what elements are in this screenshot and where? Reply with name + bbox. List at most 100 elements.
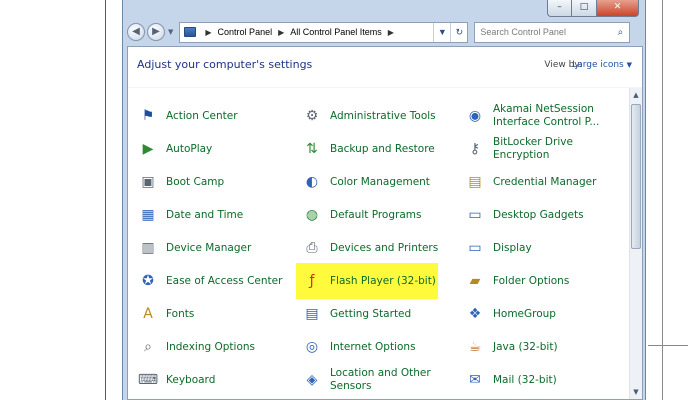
breadcrumb-separator-icon[interactable]: ▶ <box>205 28 211 37</box>
control-panel-item-label: Default Programs <box>330 208 422 221</box>
flash-icon: ƒ <box>309 273 315 289</box>
header-divider <box>128 87 642 88</box>
control-panel-item-java[interactable]: ☕ Java (32-bit) <box>465 334 630 360</box>
page-title: Adjust your computer's settings <box>137 58 313 71</box>
gadgets-icon: ▭ <box>468 207 482 223</box>
key-icon: ⚷ <box>469 141 481 157</box>
akamai-icon: ◉ <box>468 108 482 124</box>
control-panel-item-date-time[interactable]: ▦ Date and Time <box>138 202 288 228</box>
breadcrumb-separator-icon[interactable]: ▶ <box>388 28 394 37</box>
control-panel-item-devices-printers[interactable]: ⎙ Devices and Printers <box>302 235 452 261</box>
control-panel-item-label: Color Management <box>330 175 430 188</box>
control-panel-item-label: Indexing Options <box>166 340 255 353</box>
control-panel-item-label: Internet Options <box>330 340 416 353</box>
control-panel-item-label: Desktop Gadgets <box>493 208 584 221</box>
background-divider-right <box>662 0 663 400</box>
breadcrumb-control-panel[interactable]: Control Panel <box>218 27 273 37</box>
control-panel-item-label: Action Center <box>166 109 238 122</box>
control-panel-item-bitlocker[interactable]: ⚷ BitLocker Drive Encryption <box>465 136 630 162</box>
control-panel-item-label: Fonts <box>166 307 195 320</box>
control-panel-item-getting-started[interactable]: ▤ Getting Started <box>302 301 452 327</box>
view-by-value: Large icons <box>572 60 624 70</box>
location-icon: ◈ <box>306 372 318 388</box>
java-icon: ☕ <box>468 339 482 355</box>
keyboard-icon: ⌨ <box>137 372 159 388</box>
control-panel-item-mail[interactable]: ✉ Mail (32-bit) <box>465 367 630 393</box>
control-panel-item-administrative-tools[interactable]: ⚙ Administrative Tools <box>302 103 452 129</box>
control-panel-window: – □ ✕ ◀ ▶ ▼ ▶ Control Panel ▶ All Contro… <box>122 0 646 400</box>
address-dropdown-icon[interactable]: ▼ <box>433 22 450 42</box>
breadcrumb-separator-icon[interactable]: ▶ <box>278 28 284 37</box>
color-icon: ◐ <box>305 174 319 190</box>
scroll-up-icon[interactable]: ▲ <box>630 88 642 102</box>
default-programs-icon: ◍ <box>305 207 319 223</box>
control-panel-item-credential-manager[interactable]: ▤ Credential Manager <box>465 169 630 195</box>
navigation-bar: ◀ ▶ ▼ ▶ Control Panel ▶ All Control Pane… <box>127 20 641 44</box>
control-panel-item-fonts[interactable]: A Fonts <box>138 301 288 327</box>
vault-icon: ▤ <box>468 174 482 190</box>
control-panel-item-boot-camp[interactable]: ▣ Boot Camp <box>138 169 288 195</box>
control-panel-item-device-manager[interactable]: ▥ Device Manager <box>138 235 288 261</box>
search-input[interactable]: Search Control Panel ⌕ <box>474 21 631 43</box>
control-panel-item-label: Device Manager <box>166 241 252 254</box>
refresh-icon[interactable]: ↻ <box>450 22 467 42</box>
control-panel-item-label: Devices and Printers <box>330 241 439 254</box>
admin-tools-icon: ⚙ <box>305 108 319 124</box>
view-by-dropdown[interactable]: Large icons ▼ <box>572 60 632 70</box>
content-pane: Adjust your computer's settings View by:… <box>127 46 643 400</box>
control-panel-item-label: Location and Other Sensors <box>330 367 431 392</box>
control-panel-item-keyboard[interactable]: ⌨ Keyboard <box>138 367 288 393</box>
homegroup-icon: ❖ <box>468 306 482 322</box>
control-panel-item-location-sensors[interactable]: ◈ Location and Other Sensors <box>302 367 452 393</box>
control-panel-item-label: Date and Time <box>166 208 244 221</box>
control-panel-item-desktop-gadgets[interactable]: ▭ Desktop Gadgets <box>465 202 630 228</box>
control-panel-item-display[interactable]: ▭ Display <box>465 235 630 261</box>
globe-icon: ◎ <box>305 339 319 355</box>
backup-icon: ⇅ <box>306 141 318 157</box>
fonts-icon: A <box>143 306 153 322</box>
control-panel-item-ease-of-access[interactable]: ✪ Ease of Access Center <box>138 268 288 294</box>
breadcrumb-all-items[interactable]: All Control Panel Items <box>290 27 382 37</box>
control-panel-item-akamai[interactable]: ◉ Akamai NetSession Interface Control P..… <box>465 103 630 129</box>
control-panel-item-flash-player[interactable]: ƒ Flash Player (32-bit) <box>296 263 438 299</box>
printer-icon: ⎙ <box>306 240 318 256</box>
control-panel-item-homegroup[interactable]: ❖ HomeGroup <box>465 301 630 327</box>
control-panel-icon <box>184 27 197 37</box>
control-panel-item-folder-options[interactable]: ▰ Folder Options <box>465 268 630 294</box>
control-panel-item-label: Ease of Access Center <box>166 274 283 287</box>
control-panel-item-label: Administrative Tools <box>330 109 436 122</box>
control-panel-item-default-programs[interactable]: ◍ Default Programs <box>302 202 452 228</box>
vertical-scrollbar[interactable]: ▲ ▼ <box>629 88 642 399</box>
control-panel-item-label: Java (32-bit) <box>493 340 558 353</box>
scroll-down-icon[interactable]: ▼ <box>630 385 642 399</box>
search-placeholder: Search Control Panel <box>480 27 566 37</box>
search-icon[interactable]: ⌕ <box>611 27 629 38</box>
background-divider-left <box>105 0 106 400</box>
control-panel-item-color-management[interactable]: ◐ Color Management <box>302 169 452 195</box>
calendar-icon: ▦ <box>141 207 155 223</box>
control-panel-item-label: Folder Options <box>493 274 570 287</box>
boot-camp-icon: ▣ <box>141 174 155 190</box>
close-button[interactable]: ✕ <box>597 0 639 17</box>
window-controls: – □ ✕ <box>547 0 639 17</box>
scrollbar-thumb[interactable] <box>631 104 641 249</box>
control-panel-item-autoplay[interactable]: ▶ AutoPlay <box>138 136 288 162</box>
ease-of-access-icon: ✪ <box>142 273 154 289</box>
back-button[interactable]: ◀ <box>127 23 145 41</box>
flag-icon: ⚑ <box>141 108 155 124</box>
recent-pages-dropdown-icon[interactable]: ▼ <box>168 28 173 36</box>
address-bar[interactable]: ▶ Control Panel ▶ All Control Panel Item… <box>179 21 469 43</box>
control-panel-item-backup-restore[interactable]: ⇅ Backup and Restore <box>302 136 452 162</box>
control-panel-item-indexing-options[interactable]: ⌕ Indexing Options <box>138 334 288 360</box>
maximize-button[interactable]: □ <box>572 0 597 17</box>
forward-button[interactable]: ▶ <box>147 23 165 41</box>
background-rule <box>648 345 688 346</box>
control-panel-item-label: Akamai NetSession Interface Control P... <box>493 103 600 128</box>
control-panel-item-label: Flash Player (32-bit) <box>330 274 436 287</box>
control-panel-item-internet-options[interactable]: ◎ Internet Options <box>302 334 452 360</box>
getting-started-icon: ▤ <box>305 306 319 322</box>
minimize-button[interactable]: – <box>547 0 572 17</box>
control-panel-item-label: Display <box>493 241 532 254</box>
control-panel-item-action-center[interactable]: ⚑ Action Center <box>138 103 288 129</box>
control-panel-item-label: Boot Camp <box>166 175 225 188</box>
